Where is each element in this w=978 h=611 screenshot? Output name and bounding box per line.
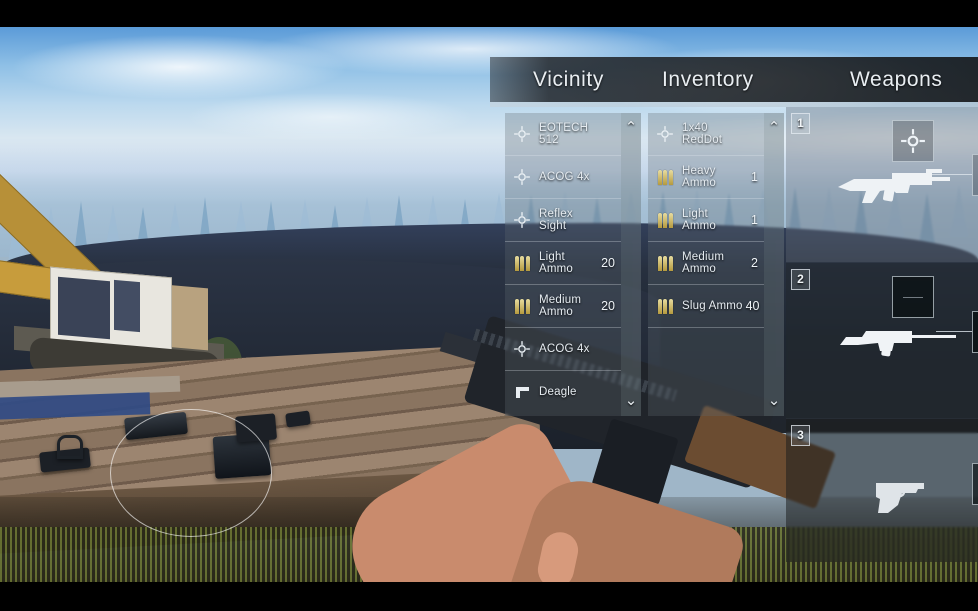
item-label: Reflex Sight	[539, 207, 573, 233]
attachment-slot-optic-2[interactable]	[892, 276, 934, 318]
inventory-item-2[interactable]: Light Ammo 1	[648, 199, 764, 242]
inventory-scrollbar[interactable]: ⌃ ⌄	[764, 113, 784, 416]
pistol-silhouette	[876, 483, 924, 513]
tab-inventory[interactable]: Inventory	[662, 57, 754, 102]
tab-weapons[interactable]: Weapons	[850, 57, 943, 102]
crosshair-icon	[505, 340, 539, 358]
vicinity-scrollbar[interactable]: ⌃ ⌄	[621, 113, 641, 416]
vicinity-item-2[interactable]: Reflex Sight	[505, 199, 621, 242]
attachment-slot-muzzle-1[interactable]	[972, 154, 978, 196]
game-screen: Vicinity Inventory Weapons EOTECH 512 AC…	[0, 0, 978, 611]
weapon-slot-1[interactable]: 1	[786, 107, 978, 262]
item-count: 2	[751, 256, 758, 270]
ammo-icon	[648, 169, 682, 185]
slot-number: 1	[791, 113, 810, 134]
chevron-down-icon[interactable]: ⌄	[764, 391, 784, 411]
hud-tab-bar: Vicinity Inventory Weapons	[490, 57, 978, 102]
letterbox-top	[0, 0, 978, 27]
empty-scope-slot-icon	[903, 296, 923, 298]
inventory-hud: Vicinity Inventory Weapons EOTECH 512 AC…	[0, 0, 978, 611]
item-label: Light Ammo	[539, 250, 574, 276]
chevron-down-icon[interactable]: ⌄	[621, 391, 641, 411]
letterbox-bottom	[0, 582, 978, 611]
weapon-slot-3[interactable]: 3	[786, 419, 978, 562]
item-count: 1	[751, 170, 758, 184]
slot-number: 3	[791, 425, 810, 446]
chevron-up-icon[interactable]: ⌃	[621, 118, 641, 138]
item-label: ACOG 4x	[539, 170, 590, 183]
vicinity-item-1[interactable]: ACOG 4x	[505, 156, 621, 199]
crosshair-icon	[505, 125, 539, 143]
attachment-slot-optic-1[interactable]	[892, 120, 934, 162]
item-label: Medium Ammo	[682, 250, 725, 276]
weapon-slot-2[interactable]: 2	[786, 263, 978, 418]
attachment-slot-optic-3[interactable]	[972, 463, 978, 505]
item-label: EOTECH 512	[539, 121, 589, 147]
vicinity-item-0[interactable]: EOTECH 512	[505, 113, 621, 156]
ammo-icon	[505, 255, 539, 271]
item-label: Heavy Ammo	[682, 164, 717, 190]
vicinity-item-5[interactable]: ACOG 4x	[505, 328, 621, 371]
item-count: 20	[601, 299, 615, 313]
tab-vicinity[interactable]: Vicinity	[533, 57, 604, 102]
crosshair-icon	[901, 129, 925, 153]
ammo-icon	[648, 212, 682, 228]
pistol-icon	[505, 387, 539, 398]
inventory-panel: 1x40 RedDot Heavy Ammo 1 Light Ammo 1 Me…	[648, 113, 784, 416]
crosshair-icon	[648, 125, 682, 143]
vicinity-item-6[interactable]: Deagle	[505, 371, 621, 414]
crosshair-icon	[505, 168, 539, 186]
crosshair-icon	[505, 211, 539, 229]
item-label: ACOG 4x	[539, 342, 590, 355]
item-count: 20	[601, 256, 615, 270]
vicinity-item-3[interactable]: Light Ammo 20	[505, 242, 621, 285]
item-label: Medium Ammo	[539, 293, 582, 319]
inventory-item-0[interactable]: 1x40 RedDot	[648, 113, 764, 156]
vicinity-item-4[interactable]: Medium Ammo 20	[505, 285, 621, 328]
ammo-icon	[505, 298, 539, 314]
inventory-item-3[interactable]: Medium Ammo 2	[648, 242, 764, 285]
assault-rifle-bullpup-silhouette	[840, 331, 956, 357]
item-label: Light Ammo	[682, 207, 717, 233]
ammo-icon	[648, 255, 682, 271]
chevron-up-icon[interactable]: ⌃	[764, 118, 784, 138]
ammo-icon	[648, 298, 682, 314]
assault-rifle-ak-silhouette	[838, 169, 950, 203]
item-label: Deagle	[539, 386, 577, 399]
weapons-panel: 1 2 3	[786, 107, 978, 562]
attachment-slot-muzzle-2[interactable]	[972, 311, 978, 353]
slot-number: 2	[791, 269, 810, 290]
inventory-item-4[interactable]: Slug Ammo 40	[648, 285, 764, 328]
inventory-item-1[interactable]: Heavy Ammo 1	[648, 156, 764, 199]
item-label: 1x40 RedDot	[682, 121, 723, 147]
item-label: Slug Ammo	[682, 299, 743, 312]
vicinity-panel: EOTECH 512 ACOG 4x Reflex Sight Light Am…	[505, 113, 641, 416]
item-count: 1	[751, 213, 758, 227]
